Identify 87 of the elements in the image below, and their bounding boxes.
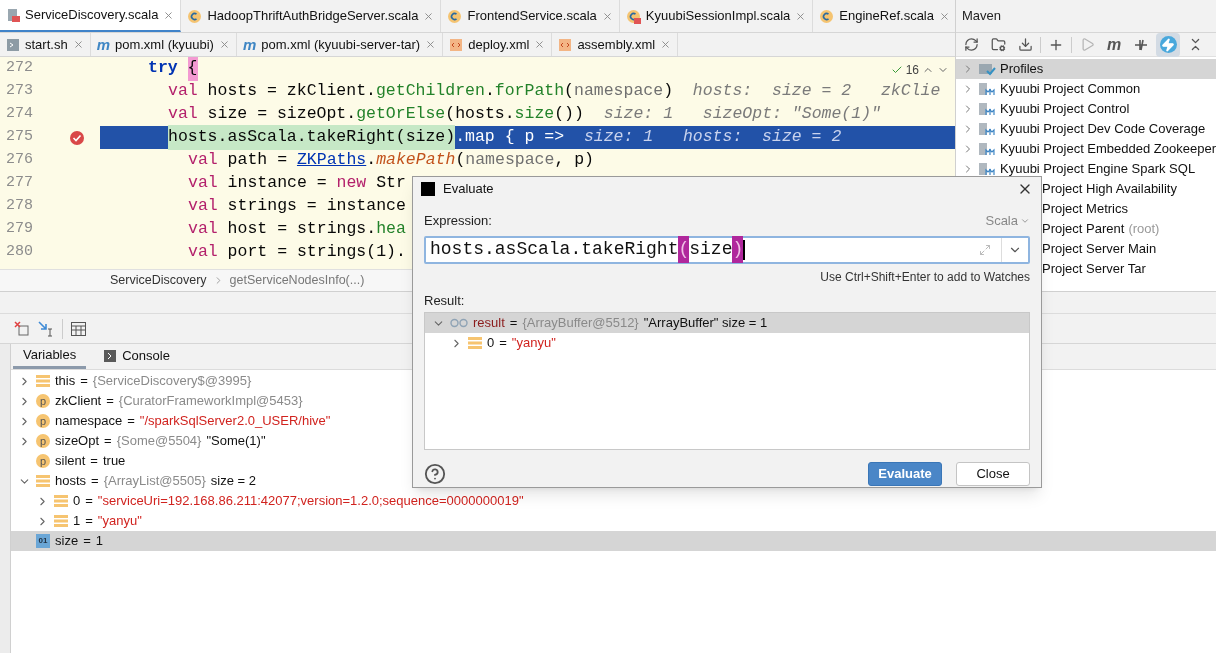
maven-file-icon: m: [242, 37, 257, 52]
code-line: val port = strings(1).: [187, 241, 406, 264]
parameter-icon: p: [36, 434, 50, 448]
tab-label: start.sh: [25, 35, 68, 54]
field-label: Expression:: [424, 212, 492, 230]
variable-name: silent: [55, 452, 86, 471]
parameter-icon: p: [36, 414, 50, 428]
variable-value: 1: [95, 532, 103, 551]
primitive-icon: 01: [36, 534, 50, 548]
variable-name: zkClient: [55, 392, 102, 411]
variable-value: true: [102, 452, 126, 471]
code-line: val path = ZKPaths.makePath(namespace, p): [187, 149, 594, 172]
panel-title: Maven: [962, 7, 1002, 26]
variable-value: "yanyu": [511, 334, 556, 353]
module-name: Kyuubi Project Dev Code Coverage: [1000, 120, 1206, 139]
code-line: try {: [100, 57, 198, 80]
code-line: val size = sizeOpt.getOrElse(hosts.size()) size: 1 sizeOpt: "Some(1)": [167, 103, 881, 126]
variable-value: "ArrayBuffer" size = 1: [643, 314, 768, 333]
module-note: (root): [1128, 220, 1160, 239]
module-name: Profiles: [1000, 60, 1044, 79]
variable-value: {Some@5504}: [116, 432, 202, 451]
module-name: Project Server Main: [1042, 240, 1157, 259]
code-line: val instance = new Str: [187, 172, 406, 195]
module-name: Kyuubi Project Control: [1000, 100, 1130, 119]
module-name: Kyuubi Project Common: [1000, 80, 1141, 99]
variable-name: sizeOpt: [55, 432, 100, 451]
tab-label: FrontendService.scala: [467, 7, 597, 26]
inspection-count: 16: [905, 62, 919, 79]
line-number: 275: [5, 127, 34, 148]
equals-sign: =: [80, 372, 88, 391]
parameter-icon: p: [36, 394, 50, 408]
variable-value: {CuratorFrameworkImpl@5453}: [118, 392, 303, 411]
variable-name: this: [55, 372, 76, 391]
variable-name: 0: [487, 334, 495, 353]
variable-name: result: [473, 314, 505, 333]
variable-value: "yanyu": [97, 512, 142, 531]
equals-sign: =: [91, 472, 99, 491]
variable-name: hosts: [55, 472, 87, 491]
tab-label: EngineRef.scala: [839, 7, 934, 26]
module-name: Kyuubi Project Engine Spark SQL: [1000, 160, 1196, 179]
parameter-icon: p: [36, 454, 50, 468]
variable-value: size = 2: [210, 472, 256, 491]
tab-label: pom.xml (kyuubi-server-tar): [261, 35, 421, 54]
line-number: 274: [5, 104, 34, 125]
equals-sign: =: [85, 492, 93, 511]
tab-label: KyuubiSessionImpl.scala: [645, 7, 791, 26]
tab-label: pom.xml (kyuubi): [114, 35, 214, 54]
equals-sign: =: [127, 412, 135, 431]
line-number: 272: [5, 58, 34, 79]
equals-sign: =: [509, 314, 518, 333]
variable-value: {ArrayBuffer@5512}: [522, 314, 639, 333]
module-name: Project Parent: [1042, 220, 1125, 239]
variable-name: namespace: [55, 412, 123, 431]
equals-sign: =: [83, 532, 91, 551]
line-number: 277: [5, 173, 34, 194]
equals-sign: =: [499, 334, 507, 353]
tab-label: deploy.xml: [468, 35, 530, 54]
variable-value: "Some(1)": [206, 432, 266, 451]
equals-sign: =: [90, 452, 98, 471]
module-name: Kyuubi Project Embedded Zookeeper: [999, 140, 1216, 159]
equals-sign: =: [85, 512, 93, 531]
variable-value: "serviceUri=192.168.86.211:42077;version=1.2.0;sequence=0000000019": [97, 492, 524, 511]
code-line: val host = strings.hea: [187, 218, 406, 241]
code-line: val strings = instance: [187, 195, 406, 218]
tab-label: ServiceDiscovery.scala: [25, 6, 159, 25]
maven-file-icon: m: [96, 37, 110, 52]
module-name: Project Metrics: [1042, 200, 1128, 219]
field-label: Result:: [424, 291, 465, 310]
tab-label: HadoopThriftAuthBridgeServer.scala: [207, 7, 419, 26]
variable-name: size: [55, 532, 79, 551]
code-line: val hosts = zkClient.getChildren.forPath(namespace) hosts: size = 2 zkClie: [167, 80, 941, 103]
equals-sign: =: [106, 392, 114, 411]
module-name: Project High Availability: [1042, 180, 1177, 199]
variable-value: {ArrayList@5505}: [103, 472, 206, 491]
line-number: 276: [5, 150, 34, 171]
variable-name: 0: [73, 492, 81, 511]
tab-label: assembly.xml: [577, 35, 656, 54]
variable-value: {ServiceDiscovery$@3995}: [92, 372, 252, 391]
dialog-title: Evaluate: [443, 180, 494, 199]
line-number: 279: [5, 219, 34, 240]
equals-sign: =: [104, 432, 112, 451]
variable-name: 1: [73, 512, 81, 531]
line-number: 280: [5, 242, 34, 263]
line-number: 278: [5, 196, 34, 217]
line-number: 273: [5, 81, 34, 102]
variable-value: "/sparkSqlServer2.0_USER/hive": [139, 412, 331, 431]
shortcut-hint: Use Ctrl+Shift+Enter to add to Watches: [820, 268, 1030, 286]
